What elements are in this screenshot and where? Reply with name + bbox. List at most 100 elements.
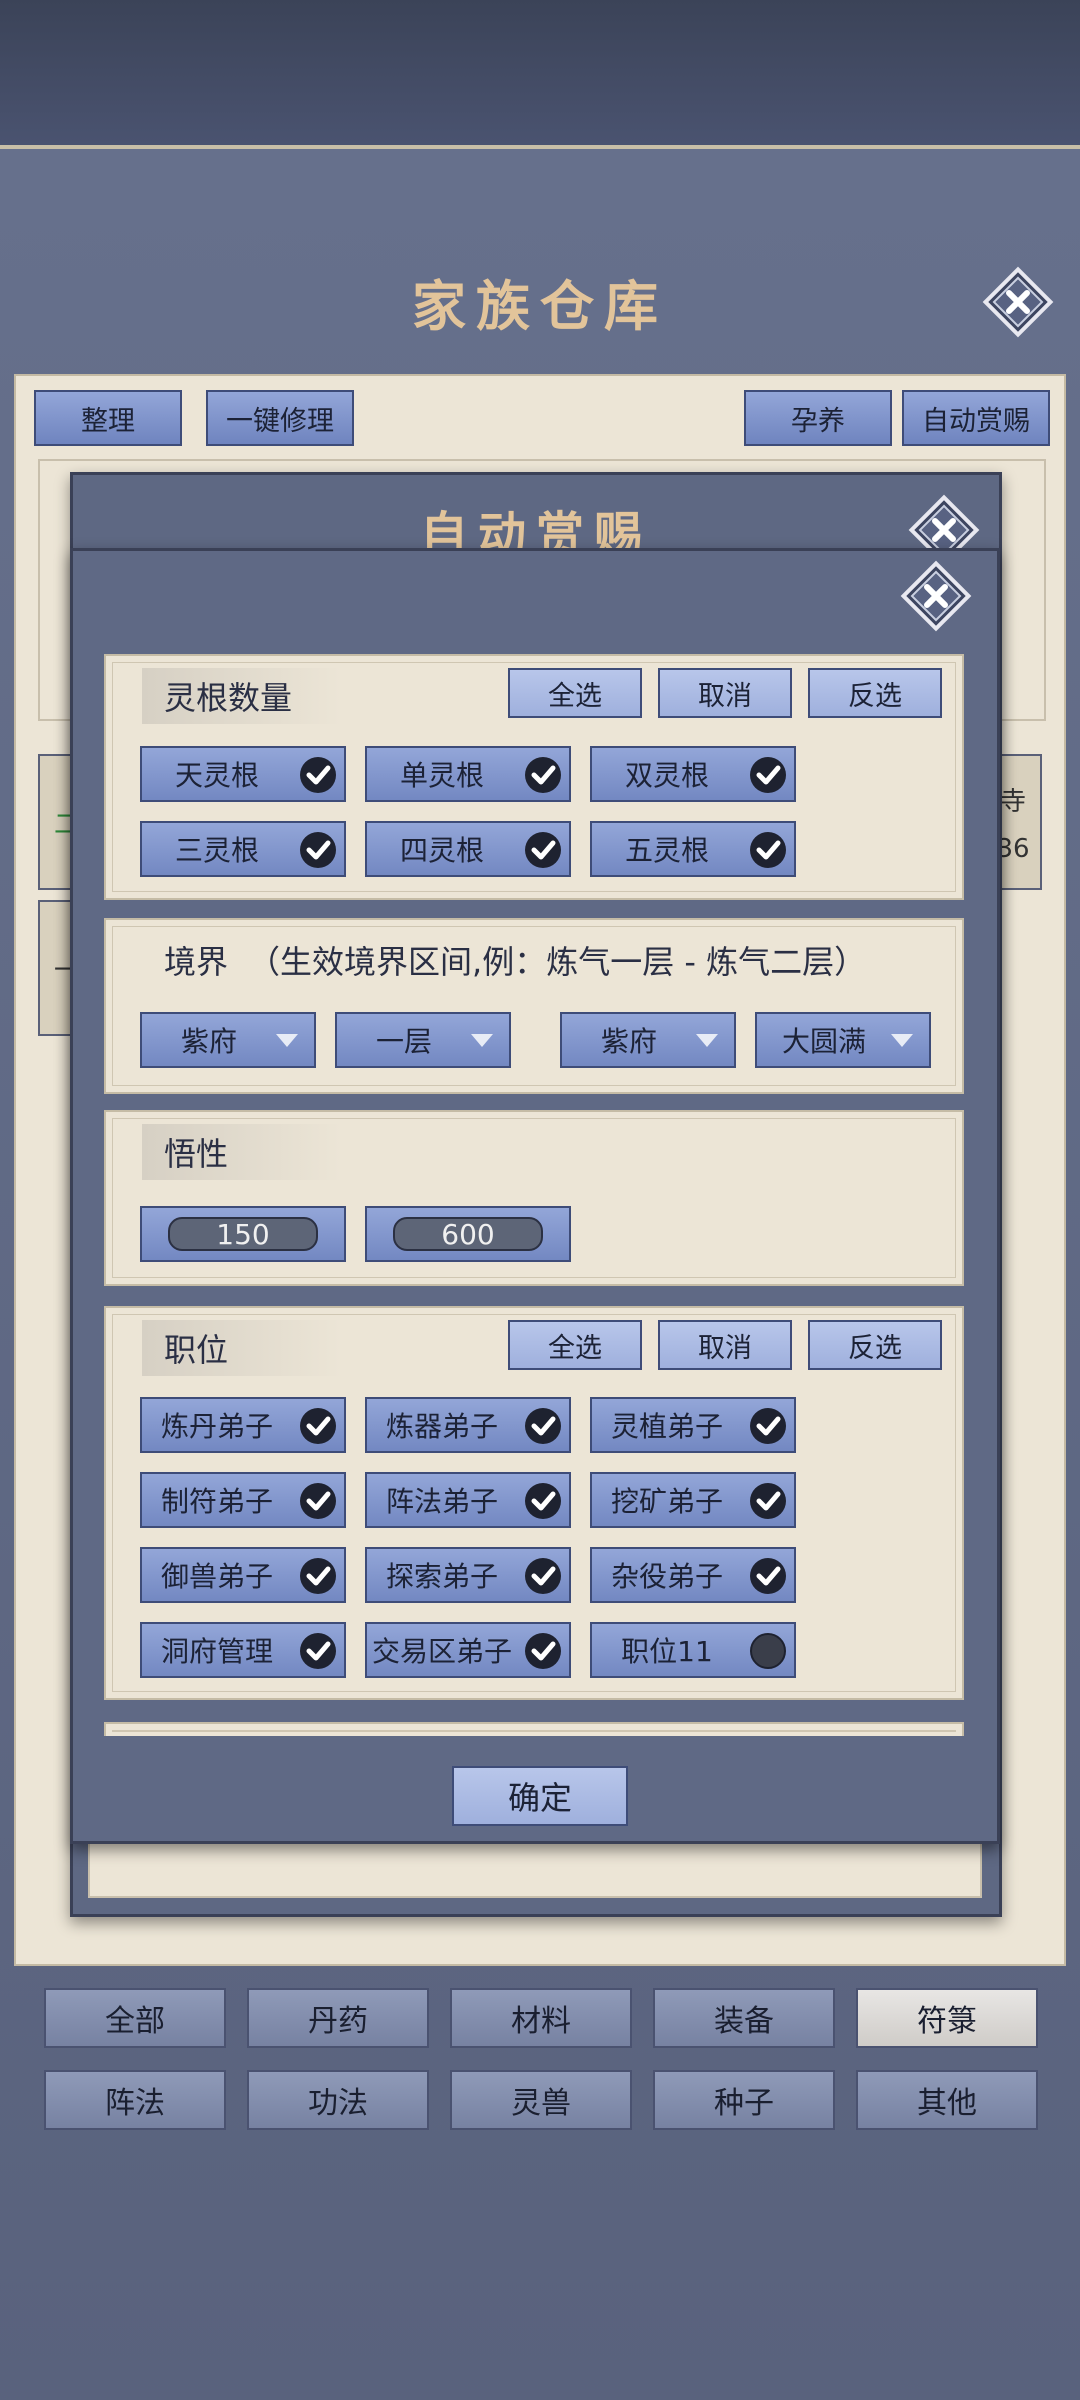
spirit-root-select-all-button[interactable]: 全选	[508, 668, 642, 718]
unchecked-icon	[750, 1633, 786, 1669]
position-option[interactable]: 探索弟子	[365, 1547, 571, 1603]
spirit-root-option-label: 四灵根	[399, 834, 484, 867]
position-option-label: 制符弟子	[160, 1485, 273, 1518]
position-option-label: 灵植弟子	[610, 1410, 723, 1443]
spirit-root-cancel-button[interactable]: 取消	[658, 668, 792, 718]
spirit-root-option[interactable]: 双灵根	[590, 746, 796, 802]
position-option-label: 炼器弟子	[385, 1410, 498, 1443]
position-select-all-button[interactable]: 全选	[508, 1320, 642, 1370]
position-option[interactable]: 挖矿弟子	[590, 1472, 796, 1528]
realm-heading-title: 境界	[164, 943, 229, 981]
checkmark-icon	[525, 832, 561, 868]
position-option-label: 交易区弟子	[371, 1635, 512, 1668]
category-tab[interactable]: 阵法	[44, 2070, 226, 2130]
checkmark-icon	[300, 1633, 336, 1669]
from-level-dropdown[interactable]: 一层	[335, 1012, 511, 1068]
close-icon	[982, 266, 1054, 338]
comprehension-max-input[interactable]: 600	[365, 1206, 571, 1262]
from-realm-dropdown[interactable]: 紫府	[140, 1012, 316, 1068]
chevron-down-icon	[696, 1033, 718, 1047]
next-section-peek	[104, 1722, 964, 1736]
from-realm-value: 紫府	[180, 1025, 237, 1058]
to-level-value: 大圆满	[781, 1025, 866, 1058]
category-tab[interactable]: 装备	[653, 1988, 835, 2048]
organize-button[interactable]: 整理	[34, 390, 182, 446]
category-tab[interactable]: 全部	[44, 1988, 226, 2048]
spirit-root-invert-button[interactable]: 反选	[808, 668, 942, 718]
checkmark-icon	[300, 757, 336, 793]
checkmark-icon	[750, 832, 786, 868]
position-option[interactable]: 洞府管理	[140, 1622, 346, 1678]
position-option[interactable]: 炼丹弟子	[140, 1397, 346, 1453]
comprehension-heading: 悟性	[142, 1124, 342, 1180]
chevron-down-icon	[276, 1033, 298, 1047]
position-heading: 职位	[142, 1320, 342, 1376]
category-tab[interactable]: 材料	[450, 1988, 632, 2048]
comprehension-max-value: 600	[393, 1217, 543, 1251]
spirit-root-option[interactable]: 五灵根	[590, 821, 796, 877]
position-option[interactable]: 炼器弟子	[365, 1397, 571, 1453]
checkmark-icon	[525, 1558, 561, 1594]
spirit-root-option-label: 五灵根	[624, 834, 709, 867]
category-tab[interactable]: 丹药	[247, 1988, 429, 2048]
position-option[interactable]: 阵法弟子	[365, 1472, 571, 1528]
checkmark-icon	[300, 1408, 336, 1444]
category-tab[interactable]: 灵兽	[450, 2070, 632, 2130]
position-cancel-button[interactable]: 取消	[658, 1320, 792, 1370]
to-realm-dropdown[interactable]: 紫府	[560, 1012, 736, 1068]
checkmark-icon	[750, 757, 786, 793]
position-option[interactable]: 杂役弟子	[590, 1547, 796, 1603]
checkmark-icon	[525, 1633, 561, 1669]
window-title: 家族仓库	[412, 274, 668, 338]
checkmark-icon	[300, 1558, 336, 1594]
checkmark-icon	[300, 1483, 336, 1519]
checkmark-icon	[525, 1408, 561, 1444]
chevron-down-icon	[891, 1033, 913, 1047]
auto-reward-button[interactable]: 自动赏赐	[902, 390, 1050, 446]
position-invert-button[interactable]: 反选	[808, 1320, 942, 1370]
breed-button[interactable]: 孕养	[744, 390, 892, 446]
spirit-root-option[interactable]: 天灵根	[140, 746, 346, 802]
category-tab[interactable]: 符箓	[856, 1988, 1038, 2048]
top-bar	[0, 0, 1080, 149]
checkmark-icon	[750, 1558, 786, 1594]
position-option[interactable]: 制符弟子	[140, 1472, 346, 1528]
spirit-root-option[interactable]: 单灵根	[365, 746, 571, 802]
position-option-label: 阵法弟子	[385, 1485, 498, 1518]
position-option[interactable]: 交易区弟子	[365, 1622, 571, 1678]
category-tab[interactable]: 种子	[653, 2070, 835, 2130]
position-option[interactable]: 职位11	[590, 1622, 796, 1678]
chevron-down-icon	[471, 1033, 493, 1047]
position-option[interactable]: 灵植弟子	[590, 1397, 796, 1453]
spirit-root-heading: 灵根数量	[142, 668, 342, 724]
realm-heading: 境界 （生效境界区间,例：炼气一层 - 炼气二层）	[142, 932, 962, 988]
position-option-label: 杂役弟子	[610, 1560, 723, 1593]
close-filter-button[interactable]	[900, 560, 972, 632]
position-option-label: 御兽弟子	[160, 1560, 273, 1593]
close-warehouse-button[interactable]	[982, 266, 1054, 338]
spirit-root-option[interactable]: 四灵根	[365, 821, 571, 877]
close-icon	[900, 560, 972, 632]
repair-all-button[interactable]: 一键修理	[206, 390, 354, 446]
position-option-label: 炼丹弟子	[160, 1410, 273, 1443]
position-option-label: 探索弟子	[385, 1560, 498, 1593]
comprehension-min-input[interactable]: 150	[140, 1206, 346, 1262]
to-level-dropdown[interactable]: 大圆满	[755, 1012, 931, 1068]
comprehension-min-value: 150	[168, 1217, 318, 1251]
checkmark-icon	[525, 757, 561, 793]
position-option[interactable]: 御兽弟子	[140, 1547, 346, 1603]
to-realm-value: 紫府	[600, 1025, 657, 1058]
checkmark-icon	[525, 1483, 561, 1519]
checkmark-icon	[750, 1483, 786, 1519]
checkmark-icon	[750, 1408, 786, 1444]
position-option-label: 挖矿弟子	[610, 1485, 723, 1518]
category-tab[interactable]: 功法	[247, 2070, 429, 2130]
confirm-button[interactable]: 确定	[452, 1766, 628, 1826]
checkmark-icon	[300, 832, 336, 868]
realm-note: （生效境界区间,例：炼气一层 - 炼气二层）	[248, 943, 867, 981]
spirit-root-option-label: 三灵根	[174, 834, 259, 867]
spirit-root-option[interactable]: 三灵根	[140, 821, 346, 877]
spirit-root-option-label: 双灵根	[624, 759, 709, 792]
item-slot-label: 寺	[999, 786, 1026, 817]
category-tab[interactable]: 其他	[856, 2070, 1038, 2130]
